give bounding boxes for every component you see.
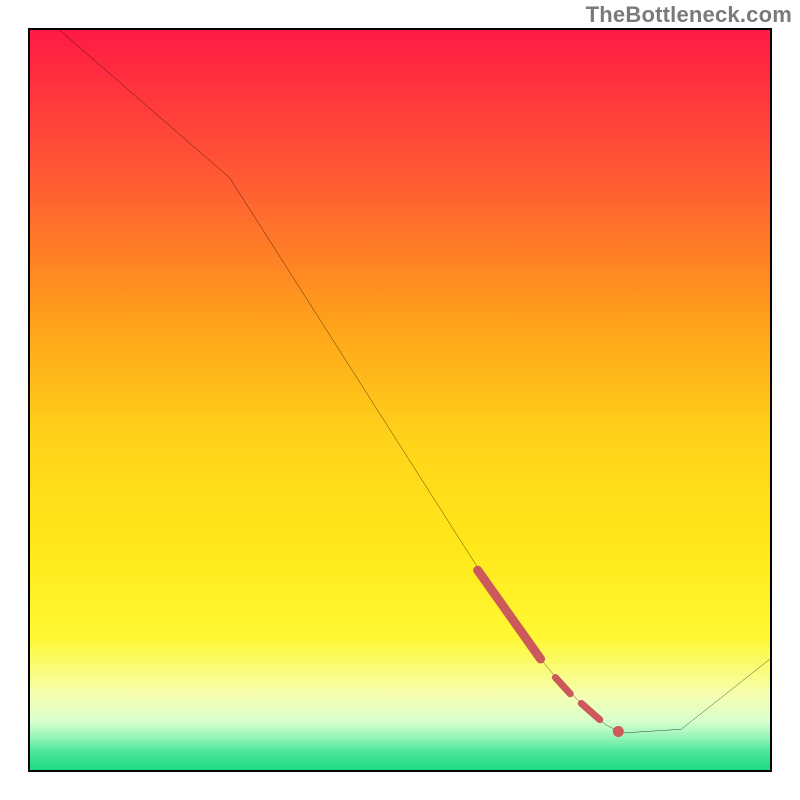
marker-segment [478, 570, 541, 659]
marker-group [478, 570, 624, 737]
marker-point [613, 726, 624, 737]
watermark-text: TheBottleneck.com [586, 2, 792, 28]
marker-segment [555, 678, 570, 694]
chart-overlay [30, 30, 770, 770]
marker-segment [581, 703, 600, 719]
chart-frame: TheBottleneck.com [0, 0, 800, 800]
main-line [60, 30, 770, 733]
plot-area [28, 28, 772, 772]
